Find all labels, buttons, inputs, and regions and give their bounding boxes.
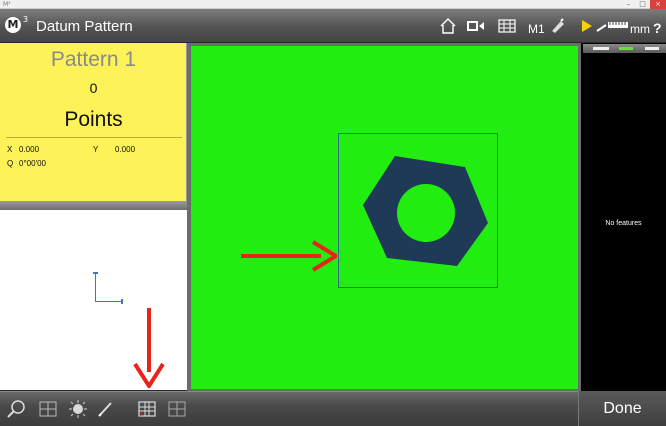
video-icon[interactable] [465, 14, 487, 38]
no-features-text: No features [605, 220, 642, 227]
x-axis-line [95, 301, 123, 302]
minimize-button[interactable]: – [622, 0, 635, 9]
pattern-unit-label: Points [64, 108, 123, 131]
light-icon[interactable] [68, 399, 88, 419]
tab-indicator-2[interactable] [619, 47, 633, 50]
app-small-icon: M³ [3, 1, 11, 8]
play-icon[interactable] [577, 14, 595, 38]
panel-divider [6, 137, 182, 138]
feature-list-tabs[interactable] [583, 44, 666, 53]
panel-separator [0, 201, 187, 210]
down-arrow-annotation [133, 308, 165, 388]
magnifier-icon[interactable] [6, 399, 26, 419]
hex-nut-part [363, 156, 488, 266]
grid-outline-icon[interactable] [167, 399, 187, 419]
maximize-button[interactable]: □ [636, 0, 649, 9]
application-window: M³ – □ × M 3 Datum Pattern M1 mm ? Patte… [0, 0, 666, 426]
q-angle-label: Q [7, 159, 14, 168]
done-button[interactable]: Done [578, 391, 666, 426]
tab-indicator-3[interactable] [645, 47, 659, 50]
tab-indicator-1[interactable] [593, 47, 609, 50]
y-axis-line [95, 273, 96, 302]
x-coordinate-value: 0.000 [19, 145, 40, 154]
x-axis-tip [121, 299, 123, 304]
pattern-point-count: 0 [89, 80, 98, 96]
m1-label[interactable]: M1 [528, 22, 545, 36]
feature-list-panel [581, 43, 666, 393]
pattern-title: Pattern 1 [50, 48, 137, 71]
grid-icon[interactable] [38, 399, 58, 419]
logo-superscript: 3 [23, 15, 29, 24]
units-label[interactable]: mm [630, 22, 650, 36]
probe-icon[interactable] [548, 14, 568, 38]
pattern-info-panel: Pattern 1 0 Points X 0.000 Y 0.000 Q 0°0… [0, 43, 187, 201]
os-title-bar: M³ – □ × [0, 0, 666, 9]
close-button[interactable]: × [650, 0, 666, 9]
y-coordinate-value: 0.000 [115, 145, 136, 154]
pen-icon[interactable] [96, 399, 116, 419]
q-angle-value: 0°00'00 [19, 159, 46, 168]
y-coordinate-label: Y [93, 145, 99, 154]
m3-logo: M [5, 17, 21, 33]
x-coordinate-label: X [7, 145, 13, 154]
page-title: Datum Pattern [36, 18, 133, 35]
app-header: M 3 Datum Pattern M1 mm ? [0, 9, 666, 43]
right-arrow-annotation [241, 240, 337, 272]
help-button[interactable]: ? [653, 20, 662, 36]
pattern-grid-icon[interactable] [137, 399, 157, 419]
y-axis-tip [93, 272, 98, 274]
home-icon[interactable] [437, 14, 459, 38]
grid-icon[interactable] [496, 14, 518, 38]
